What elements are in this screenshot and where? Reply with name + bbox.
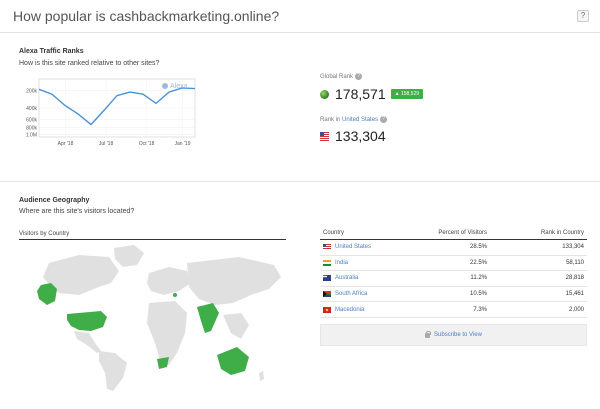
lock-icon — [425, 330, 432, 338]
chart-x-tick-label: Apr '18 — [58, 141, 74, 147]
header-percent: Percent of Visitors — [438, 229, 487, 236]
table-row: India 22.5% 58,110 — [320, 256, 587, 272]
global-rank-label: Global Rank? — [320, 73, 363, 81]
country-link[interactable]: South Africa — [335, 291, 367, 297]
chart-x-tick-label: Oct '18 — [139, 141, 155, 147]
geography-subtitle: Where are this site's visitors located? — [19, 208, 135, 215]
map-alaska[interactable] — [37, 283, 57, 305]
country-cell: United States — [320, 244, 430, 251]
help-circle-icon[interactable]: ? — [355, 73, 363, 80]
australia-flag-icon — [323, 275, 331, 282]
india-flag-icon — [323, 259, 331, 266]
country-rank-row: 133,304 — [320, 128, 386, 144]
percent-cell: 7.3% — [473, 306, 487, 313]
geography-title: Audience Geography — [19, 197, 90, 204]
country-rank-value: 133,304 — [335, 128, 386, 144]
page-title: How popular is cashbackmarketing.online? — [13, 8, 280, 24]
chart-y-tick-label: 800k — [26, 126, 37, 132]
map-south-america — [99, 351, 127, 391]
rank-cell: 133,304 — [562, 244, 584, 251]
percent-cell: 10.5% — [469, 291, 487, 298]
section-divider — [0, 181, 600, 182]
chart-y-tick-label: 200k — [26, 89, 37, 95]
table-header: Country Percent of Visitors Rank in Coun… — [320, 226, 587, 240]
header-rank: Rank in Country — [540, 229, 584, 236]
country-link[interactable]: United States — [335, 244, 371, 250]
rank-cell: 2,000 — [568, 306, 584, 313]
map-australia[interactable] — [217, 347, 249, 375]
map-united-states[interactable] — [67, 311, 107, 331]
table-row: Macedonia 7.3% 2,000 — [320, 302, 587, 318]
percent-cell: 22.5% — [469, 259, 487, 266]
help-icon[interactable]: ? — [577, 10, 589, 22]
map-macedonia[interactable] — [173, 293, 177, 297]
map-new-zealand — [259, 371, 264, 381]
percent-cell: 11.2% — [470, 275, 487, 282]
global-rank-row: 178,571 ▲ 158,529 — [320, 86, 424, 102]
chart-y-tick-label: 400k — [26, 106, 37, 112]
subscribe-label: Subscribe to View — [434, 332, 482, 338]
traffic-rank-chart: 200k 400k 600k 800k 1.0M Apr '18 Jul '18 Oct '1… — [19, 77, 197, 147]
alexa-logo-icon — [162, 83, 168, 89]
country-link[interactable]: Australia — [335, 275, 358, 281]
header-country: Country — [323, 229, 345, 236]
chart-y-tick-label: 1.0M — [26, 133, 37, 139]
country-link[interactable]: India — [335, 260, 348, 266]
country-rank-label: Rank in United States? — [320, 116, 388, 124]
map-southeast-asia — [223, 313, 249, 339]
globe-icon — [320, 89, 329, 99]
table-row: United States 28.5% 133,304 — [320, 240, 587, 256]
chart-watermark: Alexa — [170, 83, 188, 90]
traffic-ranks-title: Alexa Traffic Ranks — [19, 48, 84, 55]
macedonia-flag-icon — [323, 306, 331, 313]
global-rank-label-text: Global Rank — [320, 74, 354, 81]
country-rank-label-prefix: Rank in — [320, 117, 341, 124]
country-link[interactable]: Macedonia — [335, 307, 364, 313]
rank-cell: 28,818 — [565, 275, 584, 282]
map-greenland — [114, 245, 144, 267]
world-map-svg — [37, 245, 281, 391]
visitors-table: Country Percent of Visitors Rank in Coun… — [320, 226, 587, 318]
south-africa-flag-icon — [323, 291, 331, 298]
map-label: Visitors by Country — [19, 231, 70, 237]
chart-x-tick-label: Jul '18 — [99, 141, 114, 147]
us-flag-icon — [320, 131, 329, 141]
chart-x-tick-label: Jan '19 — [175, 141, 191, 147]
map-asia — [187, 257, 281, 305]
rank-delta-badge: ▲ 158,529 — [390, 89, 424, 99]
map-mexico — [74, 331, 101, 353]
country-rank-country-link[interactable]: United States — [342, 117, 378, 123]
global-rank-value: 178,571 — [335, 86, 386, 102]
us-flag-icon — [323, 244, 331, 251]
visitors-world-map — [19, 243, 286, 393]
table-row: Australia 11.2% 28,818 — [320, 271, 587, 287]
percent-cell: 28.5% — [469, 244, 487, 251]
traffic-ranks-subtitle: How is this site ranked relative to othe… — [19, 60, 160, 67]
traffic-rank-chart-svg: 200k 400k 600k 800k1.0M Apr '18 Jul '18 Oct '1… — [26, 78, 196, 147]
map-europe — [147, 267, 191, 295]
rank-delta-value: 158,529 — [400, 91, 420, 97]
country-cell: Macedonia — [320, 306, 430, 313]
rank-cell: 15,461 — [565, 291, 584, 298]
map-africa — [147, 301, 187, 365]
country-cell: India — [320, 259, 430, 266]
map-south-africa[interactable] — [157, 357, 169, 369]
map-india[interactable] — [197, 303, 219, 333]
country-cell: Australia — [320, 275, 430, 282]
subscribe-button[interactable]: Subscribe to View — [320, 324, 587, 346]
country-cell: South Africa — [320, 291, 430, 298]
rank-cell: 58,110 — [566, 259, 584, 266]
map-underline — [19, 239, 286, 240]
page-header: How popular is cashbackmarketing.online?… — [0, 0, 600, 33]
help-circle-icon[interactable]: ? — [380, 116, 388, 123]
table-row: South Africa 10.5% 15,461 — [320, 287, 587, 303]
chart-y-tick-label: 600k — [26, 118, 37, 124]
